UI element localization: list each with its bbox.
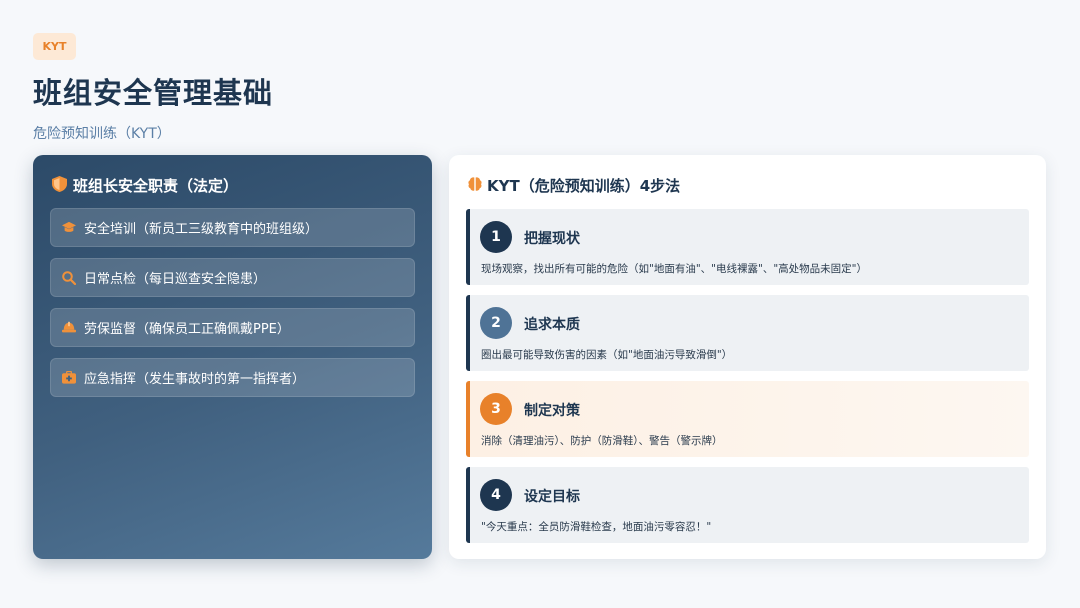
brain-icon [467,176,483,196]
duties-panel: 班组长安全职责（法定） 安全培训（新员工三级教育中的班组级） 日常点检（每日巡查… [33,155,432,559]
step-number-badge: 3 [480,393,512,425]
duty-item-ppe: 劳保监督（确保员工正确佩戴PPE） [50,308,415,347]
duty-item-label: 安全培训（新员工三级教育中的班组级） [84,222,319,237]
step-number-badge: 4 [480,479,512,511]
step-number-badge: 2 [480,307,512,339]
shield-icon [52,175,67,196]
step-description: 消除（清理油污）、防护（防滑鞋）、警告（警示牌） [481,435,723,447]
kyt-heading: KYT（危险预知训练）4步法 [467,175,680,196]
search-icon [62,270,76,285]
step-description: "今天重点：全员防滑鞋检查，地面油污零容忍！" [481,521,712,533]
step-description: 圈出最可能导致伤害的因素（如"地面油污导致滑倒"） [481,349,733,361]
page-title: 班组安全管理基础 [33,76,274,110]
kyt-heading-label: KYT（危险预知训练）4步法 [487,177,681,195]
duty-item-label: 劳保监督（确保员工正确佩戴PPE） [84,322,290,337]
step-description: 现场观察，找出所有可能的危险（如"地面有油"、"电线裸露"、"高处物品未固定"） [481,263,867,275]
duty-item-label: 日常点检（每日巡查安全隐患） [84,272,267,287]
duty-item-emergency: 应急指挥（发生事故时的第一指挥者） [50,358,415,397]
step-title: 把握现状 [524,231,580,247]
duties-heading: 班组长安全职责（法定） [52,175,238,196]
page-subtitle: 危险预知训练（KYT） [33,126,171,142]
step-title: 追求本质 [524,317,580,333]
duty-item-label: 应急指挥（发生事故时的第一指挥者） [84,372,306,387]
duty-item-inspection: 日常点检（每日巡查安全隐患） [50,258,415,297]
kyt-step-2: 2 追求本质 圈出最可能导致伤害的因素（如"地面油污导致滑倒"） [466,295,1029,371]
kyt-steps-panel: KYT（危险预知训练）4步法 1 把握现状 现场观察，找出所有可能的危险（如"地… [449,155,1046,559]
step-title: 制定对策 [524,403,580,419]
step-title: 设定目标 [524,489,580,505]
kyt-step-1: 1 把握现状 现场观察，找出所有可能的危险（如"地面有油"、"电线裸露"、"高处… [466,209,1029,285]
first-aid-icon [62,371,76,385]
hard-hat-icon [62,321,76,335]
step-number-badge: 1 [480,221,512,253]
duty-item-training: 安全培训（新员工三级教育中的班组级） [50,208,415,247]
kyt-step-3: 3 制定对策 消除（清理油污）、防护（防滑鞋）、警告（警示牌） [466,381,1029,457]
kyt-tag: KYT [33,33,76,60]
duties-heading-label: 班组长安全职责（法定） [73,177,239,195]
graduation-cap-icon [62,221,76,235]
kyt-step-4: 4 设定目标 "今天重点：全员防滑鞋检查，地面油污零容忍！" [466,467,1029,543]
